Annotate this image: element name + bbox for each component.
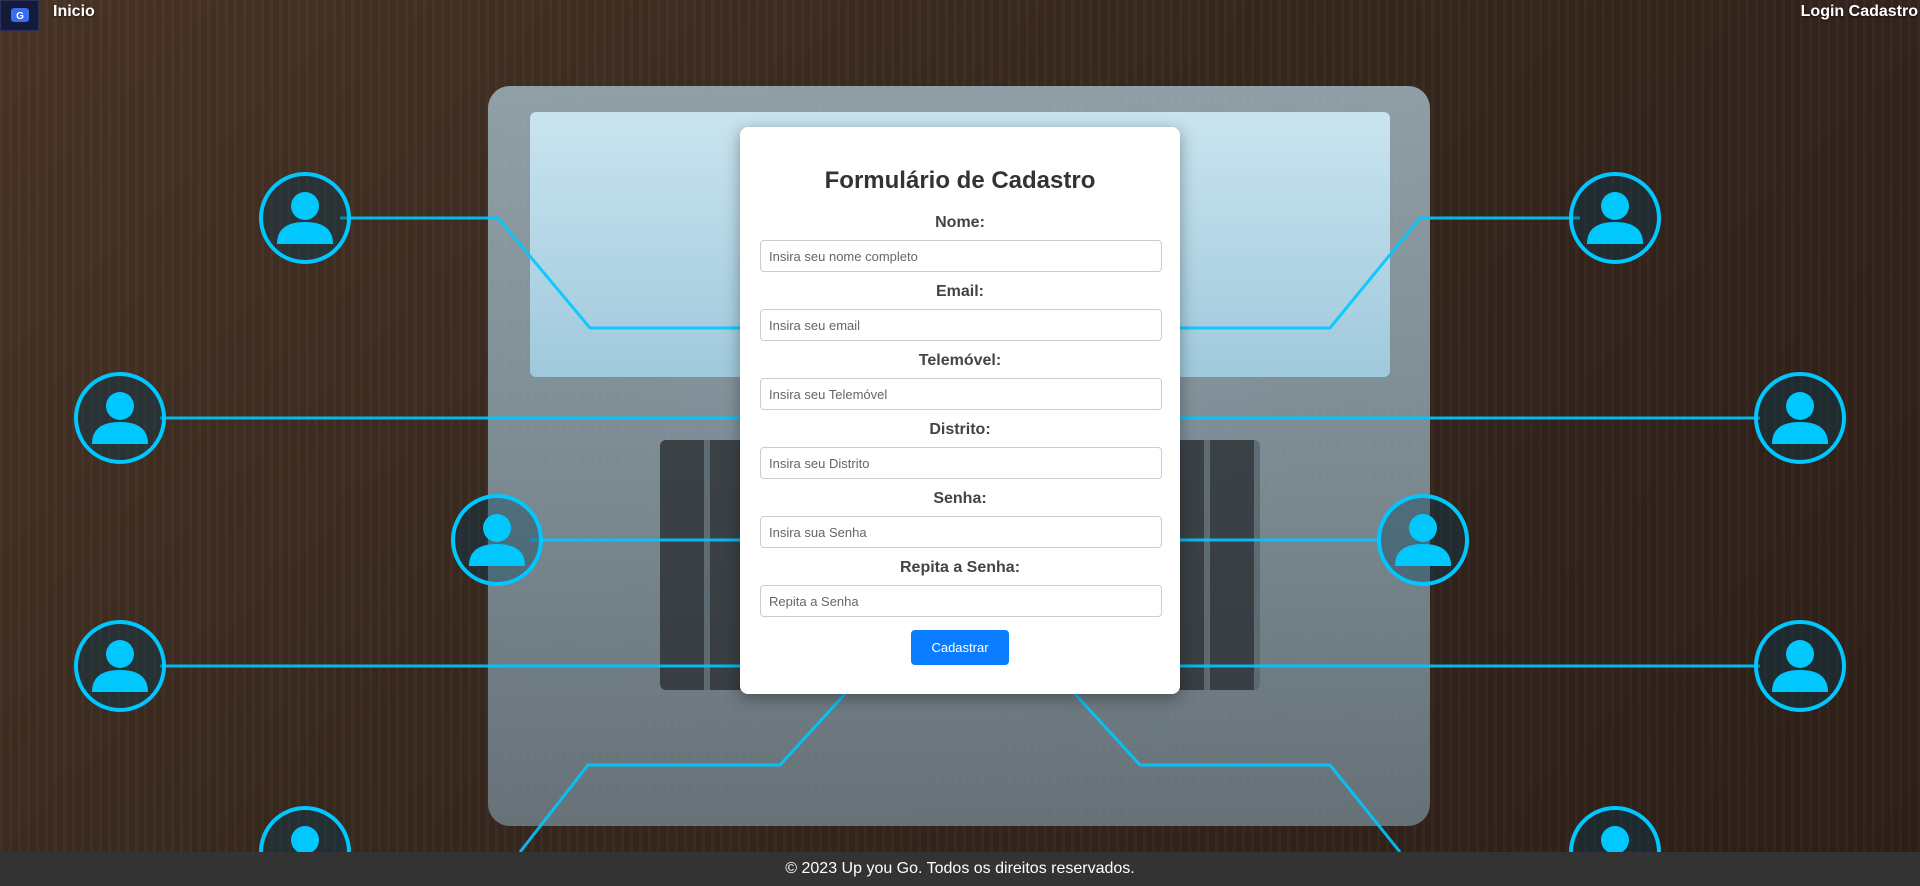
registration-form-card: Formulário de Cadastro Nome: Email: Tele… (740, 127, 1180, 694)
user-avatar-icon (259, 172, 351, 264)
nav-link-inicio[interactable]: Inicio (53, 3, 95, 21)
user-avatar-icon (451, 494, 543, 586)
user-avatar-icon (74, 372, 166, 464)
user-avatar-icon (74, 620, 166, 712)
distrito-input[interactable] (760, 447, 1162, 479)
field-label-senha: Senha: (933, 490, 987, 507)
brand-logo-icon[interactable]: G (0, 0, 39, 31)
user-avatar-icon (1754, 620, 1846, 712)
field-label-repita-senha: Repita a Senha: (899, 559, 1021, 576)
field-label-telemovel: Telemóvel: (918, 352, 1002, 369)
field-label-nome: Nome: (935, 214, 985, 231)
footer-copyright: © 2023 Up you Go. Todos os direitos rese… (785, 860, 1135, 877)
nome-input[interactable] (760, 240, 1162, 272)
user-avatar-icon (259, 806, 351, 852)
user-avatar-icon (1569, 172, 1661, 264)
page-footer: © 2023 Up you Go. Todos os direitos rese… (0, 852, 1920, 886)
nav-link-login-cadastro[interactable]: Login Cadastro (1801, 3, 1918, 21)
user-avatar-icon (1569, 806, 1661, 852)
form-title: Formulário de Cadastro (824, 167, 1096, 194)
senha-input[interactable] (760, 516, 1162, 548)
repita-senha-input[interactable] (760, 585, 1162, 617)
field-label-email: Email: (935, 283, 984, 300)
user-avatar-icon (1754, 372, 1846, 464)
top-navbar: G Inicio Login Cadastro (0, 0, 1920, 31)
field-label-distrito: Distrito: (929, 421, 991, 438)
user-avatar-icon (1377, 494, 1469, 586)
cadastrar-button[interactable]: Cadastrar (911, 630, 1009, 665)
svg-text:G: G (16, 11, 24, 22)
email-input[interactable] (760, 309, 1162, 341)
telemovel-input[interactable] (760, 378, 1162, 410)
